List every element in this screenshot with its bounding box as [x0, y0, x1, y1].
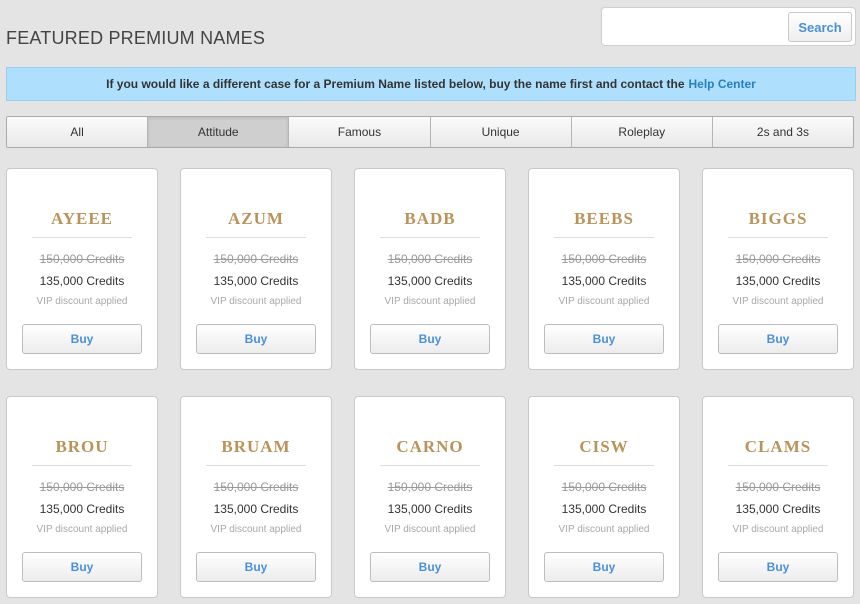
name-card: AYEEE 150,000 Credits 135,000 Credits VIP d… — [6, 168, 158, 370]
name-card: BROU 150,000 Credits 135,000 Credits VIP di… — [6, 396, 158, 598]
original-price: 150,000 Credits — [735, 480, 821, 494]
vip-discount-note: VIP discount applied — [558, 296, 650, 307]
card-divider — [554, 465, 654, 466]
name-card: BIGGS 150,000 Credits 135,000 Credits VIP d… — [702, 168, 854, 370]
tab-famous[interactable]: Famous — [289, 117, 431, 147]
card-divider — [206, 237, 306, 238]
discounted-price: 135,000 Credits — [39, 274, 125, 288]
card-divider — [380, 465, 480, 466]
buy-button[interactable]: Buy — [196, 324, 316, 354]
vip-discount-note: VIP discount applied — [732, 296, 824, 307]
premium-name: BADB — [404, 209, 456, 228]
card-divider — [32, 237, 132, 238]
name-card: BEEBS 150,000 Credits 135,000 Credits VIP d… — [528, 168, 680, 370]
vip-discount-note: VIP discount applied — [36, 296, 128, 307]
buy-button[interactable]: Buy — [196, 552, 316, 582]
search-box: Search — [601, 7, 856, 46]
buy-button[interactable]: Buy — [718, 324, 838, 354]
original-price: 150,000 Credits — [561, 252, 647, 266]
buy-button[interactable]: Buy — [22, 552, 142, 582]
premium-name: AYEEE — [50, 209, 113, 228]
vip-discount-note: VIP discount applied — [732, 524, 824, 535]
search-input[interactable] — [608, 13, 784, 40]
discounted-price: 135,000 Credits — [387, 274, 473, 288]
buy-button[interactable]: Buy — [718, 552, 838, 582]
discounted-price: 135,000 Credits — [561, 274, 647, 288]
name-card: AZUM 150,000 Credits 135,000 Credits VIP di… — [180, 168, 332, 370]
premium-name: BEEBS — [574, 209, 634, 228]
banner-text: If you would like a different case for a… — [106, 77, 685, 91]
original-price: 150,000 Credits — [39, 252, 125, 266]
buy-button[interactable]: Buy — [370, 324, 490, 354]
card-divider — [728, 237, 828, 238]
original-price: 150,000 Credits — [213, 252, 299, 266]
vip-discount-note: VIP discount applied — [384, 296, 476, 307]
discounted-price: 135,000 Credits — [735, 274, 821, 288]
card-divider — [554, 237, 654, 238]
name-card: BRUAM 150,000 Credits 135,000 Credits VIP d… — [180, 396, 332, 598]
premium-names-grid: AYEEE 150,000 Credits 135,000 Credits VIP d… — [6, 168, 854, 598]
premium-name: AZUM — [228, 209, 284, 228]
discounted-price: 135,000 Credits — [39, 502, 125, 516]
buy-button[interactable]: Buy — [370, 552, 490, 582]
vip-discount-note: VIP discount applied — [210, 524, 302, 535]
premium-name: BIGGS — [748, 209, 808, 228]
tab-roleplay[interactable]: Roleplay — [572, 117, 713, 147]
buy-button[interactable]: Buy — [544, 324, 664, 354]
discounted-price: 135,000 Credits — [387, 502, 473, 516]
original-price: 150,000 Credits — [387, 252, 473, 266]
name-card: CISW 150,000 Credits 135,000 Credits VIP di… — [528, 396, 680, 598]
tab-all[interactable]: All — [7, 117, 149, 147]
original-price: 150,000 Credits — [213, 480, 299, 494]
card-divider — [380, 237, 480, 238]
category-tabs: All Attitude Famous Unique Roleplay 2s a… — [6, 116, 854, 148]
original-price: 150,000 Credits — [39, 480, 125, 494]
search-button[interactable]: Search — [788, 12, 852, 42]
premium-name: CISW — [579, 437, 629, 456]
page-title: FEATURED PREMIUM NAMES — [6, 28, 266, 48]
vip-discount-note: VIP discount applied — [384, 524, 476, 535]
card-divider — [32, 465, 132, 466]
card-divider — [206, 465, 306, 466]
info-banner: If you would like a different case for a… — [6, 67, 856, 101]
help-center-link[interactable]: Help Center — [689, 77, 756, 91]
original-price: 150,000 Credits — [735, 252, 821, 266]
tab-unique[interactable]: Unique — [431, 117, 572, 147]
vip-discount-note: VIP discount applied — [558, 524, 650, 535]
name-card: CARNO 150,000 Credits 135,000 Credits VIP d… — [354, 396, 506, 598]
premium-name: BROU — [55, 437, 109, 456]
discounted-price: 135,000 Credits — [561, 502, 647, 516]
premium-name: CLAMS — [744, 437, 812, 456]
discounted-price: 135,000 Credits — [213, 274, 299, 288]
name-card: CLAMS 150,000 Credits 135,000 Credits VIP d… — [702, 396, 854, 598]
name-card: BADB 150,000 Credits 135,000 Credits VIP di… — [354, 168, 506, 370]
card-divider — [728, 465, 828, 466]
original-price: 150,000 Credits — [561, 480, 647, 494]
tab-2s-and-3s[interactable]: 2s and 3s — [713, 117, 853, 147]
discounted-price: 135,000 Credits — [735, 502, 821, 516]
original-price: 150,000 Credits — [387, 480, 473, 494]
premium-name: BRUAM — [221, 437, 291, 456]
discounted-price: 135,000 Credits — [213, 502, 299, 516]
vip-discount-note: VIP discount applied — [36, 524, 128, 535]
premium-name: CARNO — [396, 437, 464, 456]
vip-discount-note: VIP discount applied — [210, 296, 302, 307]
tab-attitude[interactable]: Attitude — [148, 117, 290, 147]
buy-button[interactable]: Buy — [22, 324, 142, 354]
buy-button[interactable]: Buy — [544, 552, 664, 582]
